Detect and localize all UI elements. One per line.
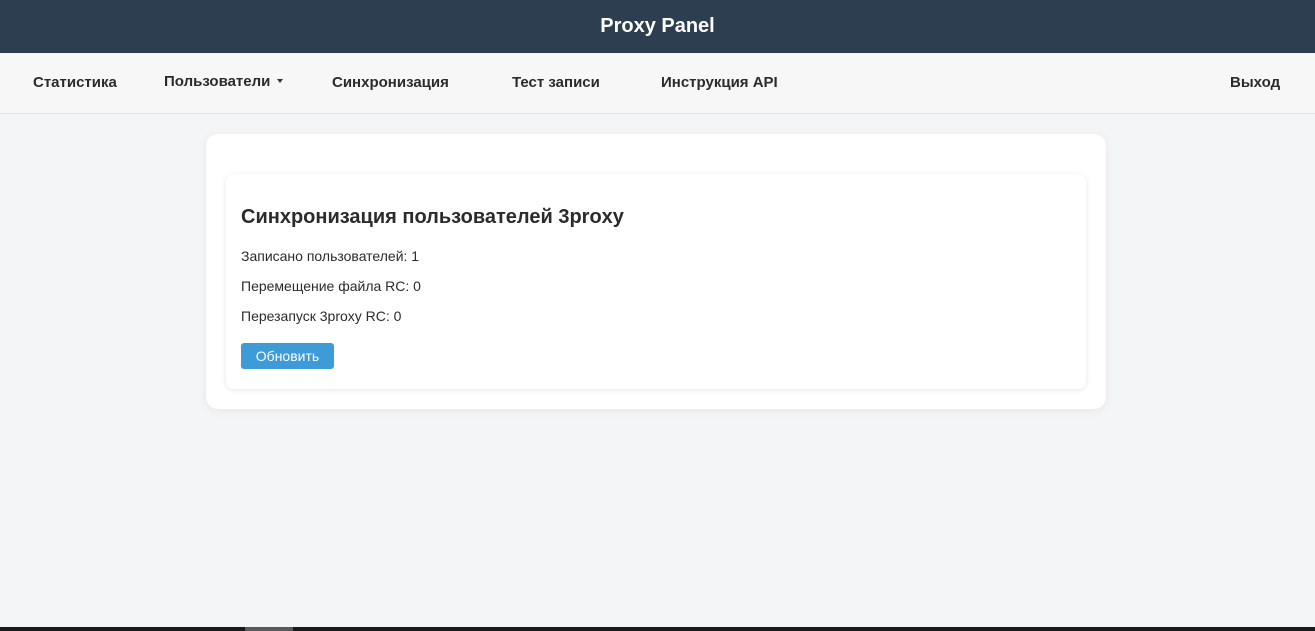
nav-item-statistics[interactable]: Статистика	[33, 53, 117, 113]
sync-title: Синхронизация пользователей 3proxy	[241, 206, 624, 228]
nav-item-users[interactable]: Пользователи	[164, 52, 284, 112]
logout-link[interactable]: Выход	[1230, 53, 1280, 113]
nav-bar: Статистика Пользователи Синхронизация Те…	[0, 53, 1315, 114]
nav-item-write-test[interactable]: Тест записи	[512, 53, 600, 113]
rc-restart-text: Перезапуск 3proxy RC: 0	[241, 308, 402, 324]
nav-item-users-label: Пользователи	[164, 73, 271, 90]
sync-card: Синхронизация пользователей 3proxy Запис…	[226, 174, 1086, 389]
app-title: Proxy Panel	[600, 15, 715, 37]
nav-item-sync[interactable]: Синхронизация	[332, 53, 449, 113]
scrollbar-thumb[interactable]	[245, 627, 293, 631]
caret-down-icon	[277, 79, 284, 83]
rc-move-file-text: Перемещение файла RC: 0	[241, 278, 421, 294]
app-header: Proxy Panel	[0, 0, 1315, 53]
nav-item-api-docs[interactable]: Инструкция API	[661, 53, 778, 113]
main-card: Синхронизация пользователей 3proxy Запис…	[206, 134, 1106, 409]
horizontal-scrollbar[interactable]	[0, 627, 1315, 631]
users-written-text: Записано пользователей: 1	[241, 248, 420, 264]
refresh-button[interactable]: Обновить	[241, 343, 334, 369]
